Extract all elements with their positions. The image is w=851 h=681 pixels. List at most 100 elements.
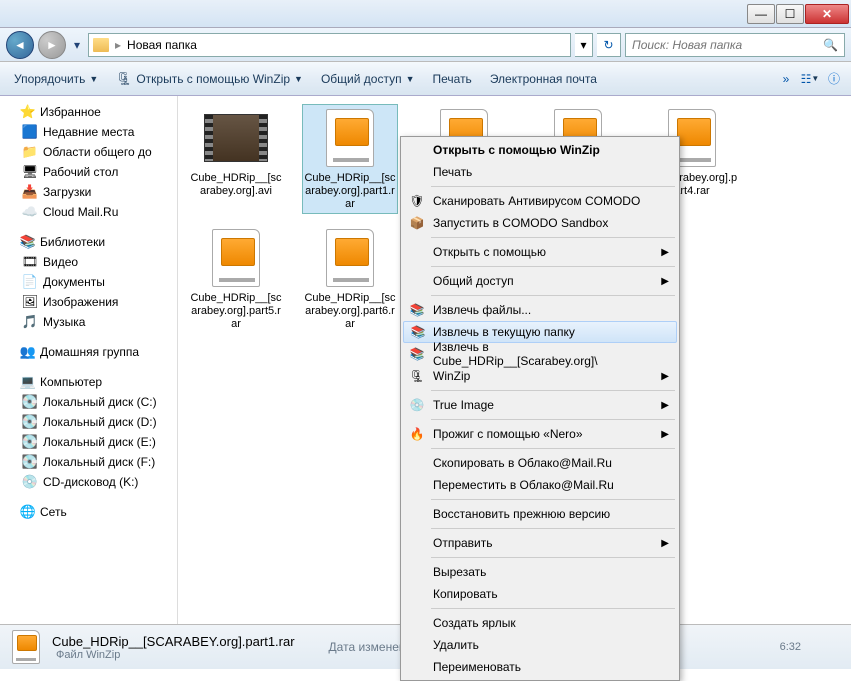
organize-button[interactable]: Упорядочить▼ (6, 66, 106, 92)
video-icon: 🎞 (22, 254, 38, 270)
network-header[interactable]: 🌐Сеть (4, 502, 173, 522)
status-file-icon (10, 631, 42, 663)
refresh-button[interactable]: ↻ (597, 33, 621, 57)
sidebar-drive-d[interactable]: 💽Локальный диск (D:) (4, 412, 173, 432)
help-icon[interactable]: ⓘ (823, 68, 845, 90)
context-item-icon: 💿 (409, 397, 425, 413)
sidebar-drive-f[interactable]: 💽Локальный диск (F:) (4, 452, 173, 472)
star-icon: ⭐ (20, 104, 36, 120)
search-box[interactable]: 🔍 (625, 33, 845, 57)
view-icon[interactable]: ☷▼ (799, 68, 821, 90)
file-item[interactable]: Cube_HDRip__[scarabey.org].part1.rar (302, 104, 398, 214)
context-menu-item[interactable]: Скопировать в Облако@Mail.Ru (403, 452, 677, 474)
context-menu-item[interactable]: 💿True Image▶ (403, 394, 677, 416)
print-button[interactable]: Печать (425, 66, 480, 92)
sidebar-drive-e[interactable]: 💽Локальный диск (E:) (4, 432, 173, 452)
file-item[interactable]: Cube_HDRip__[scarabey.org].avi (188, 104, 284, 214)
status-time: 6:32 (780, 641, 801, 653)
context-item-label: Скопировать в Облако@Mail.Ru (433, 456, 612, 470)
documents-icon: 📄 (22, 274, 38, 290)
context-menu-item[interactable]: 📚Извлечь файлы... (403, 299, 677, 321)
libraries-header[interactable]: 📚Библиотеки (4, 232, 173, 252)
submenu-arrow-icon: ▶ (661, 538, 669, 549)
sidebar-recent[interactable]: 🟦Недавние места (4, 122, 173, 142)
sidebar-cd[interactable]: 💿CD-дисковод (K:) (4, 472, 173, 492)
context-menu-item[interactable]: Переименовать (403, 656, 677, 678)
window-titlebar (0, 0, 851, 28)
email-button[interactable]: Электронная почта (482, 66, 605, 92)
context-menu-item[interactable]: Переместить в Облако@Mail.Ru (403, 474, 677, 496)
burn-icon[interactable]: » (775, 68, 797, 90)
close-button[interactable] (805, 4, 849, 24)
sidebar-shared[interactable]: 📁Области общего до (4, 142, 173, 162)
context-menu-item[interactable]: 🔥Прожиг с помощью «Nero»▶ (403, 423, 677, 445)
minimize-button[interactable] (747, 4, 775, 24)
context-separator (431, 186, 675, 187)
rar-icon (318, 226, 382, 290)
history-dropdown[interactable]: ▾ (70, 35, 84, 55)
forward-button[interactable]: ► (38, 31, 66, 59)
libraries-icon: 📚 (20, 234, 36, 250)
sidebar-video[interactable]: 🎞Видео (4, 252, 173, 272)
sidebar-music[interactable]: 🎵Музыка (4, 312, 173, 332)
context-menu-item[interactable]: Создать ярлык (403, 612, 677, 634)
context-item-label: Прожиг с помощью «Nero» (433, 427, 583, 441)
context-item-label: Печать (433, 165, 472, 179)
context-menu-item[interactable]: 📦Запустить в COMODO Sandbox (403, 212, 677, 234)
context-item-label: Переместить в Облако@Mail.Ru (433, 478, 614, 492)
context-item-label: Отправить (433, 536, 493, 550)
file-item[interactable]: Cube_HDRip__[scarabey.org].part5.rar (188, 224, 284, 334)
context-menu-item[interactable]: 🛡Сканировать Антивирусом COMODO (403, 190, 677, 212)
file-label: Cube_HDRip__[scarabey.org].part1.rar (304, 172, 396, 212)
context-menu-item[interactable]: Вырезать (403, 561, 677, 583)
sidebar-cloud[interactable]: ☁️Cloud Mail.Ru (4, 202, 173, 222)
context-separator (431, 499, 675, 500)
context-menu-item[interactable]: 📚Извлечь в Cube_HDRip__[Scarabey.org]\ (403, 343, 677, 365)
avi-icon (204, 106, 268, 170)
context-separator (431, 390, 675, 391)
drive-icon: 💽 (22, 434, 38, 450)
search-icon: 🔍 (823, 38, 838, 52)
context-menu-item[interactable]: Открыть с помощью ▶ (403, 241, 677, 263)
homegroup-header[interactable]: 👥Домашняя группа (4, 342, 173, 362)
context-menu-item[interactable]: Отправить ▶ (403, 532, 677, 554)
context-menu-item[interactable]: Удалить (403, 634, 677, 656)
maximize-button[interactable] (776, 4, 804, 24)
sidebar-drive-c[interactable]: 💽Локальный диск (C:) (4, 392, 173, 412)
context-item-icon: 📦 (409, 215, 425, 231)
address-dropdown[interactable]: ▾ (575, 33, 593, 57)
context-menu-item[interactable]: Печать (403, 161, 677, 183)
context-separator (431, 557, 675, 558)
submenu-arrow-icon: ▶ (661, 247, 669, 258)
file-label: Cube_HDRip__[scarabey.org].part5.rar (190, 292, 282, 332)
context-menu-item[interactable]: 🗜WinZip▶ (403, 365, 677, 387)
submenu-arrow-icon: ▶ (661, 276, 669, 287)
context-menu-item[interactable]: Открыть с помощью WinZip (403, 139, 677, 161)
context-menu-item[interactable]: Копировать (403, 583, 677, 605)
sidebar-downloads[interactable]: 📥Загрузки (4, 182, 173, 202)
address-bar[interactable]: ▸ Новая папка (88, 33, 571, 57)
downloads-icon: 📥 (22, 184, 38, 200)
context-menu-item[interactable]: Восстановить прежнюю версию (403, 503, 677, 525)
file-item[interactable]: Cube_HDRip__[scarabey.org].part6.rar (302, 224, 398, 334)
context-separator (431, 295, 675, 296)
computer-header[interactable]: 💻Компьютер (4, 372, 173, 392)
context-item-label: Общий доступ (433, 274, 514, 288)
context-item-label: WinZip (433, 369, 470, 383)
context-item-icon: 📚 (409, 302, 425, 318)
share-button[interactable]: Общий доступ▼ (313, 66, 423, 92)
context-item-label: Открыть с помощью (433, 245, 546, 259)
sidebar-desktop[interactable]: 🖥Рабочий стол (4, 162, 173, 182)
open-winzip-button[interactable]: 🗜Открыть с помощью WinZip▼ (108, 66, 311, 92)
context-separator (431, 266, 675, 267)
context-menu-item[interactable]: Общий доступ ▶ (403, 270, 677, 292)
context-item-label: Извлечь в Cube_HDRip__[Scarabey.org]\ (433, 340, 653, 368)
sidebar-pictures[interactable]: 🖼Изображения (4, 292, 173, 312)
context-item-label: Восстановить прежнюю версию (433, 507, 610, 521)
homegroup-icon: 👥 (20, 344, 36, 360)
back-button[interactable]: ◄ (6, 31, 34, 59)
search-input[interactable] (632, 38, 819, 52)
sidebar-documents[interactable]: 📄Документы (4, 272, 173, 292)
favorites-header[interactable]: ⭐Избранное (4, 102, 173, 122)
context-menu: Открыть с помощью WinZip Печать 🛡Сканирова… (400, 136, 680, 681)
